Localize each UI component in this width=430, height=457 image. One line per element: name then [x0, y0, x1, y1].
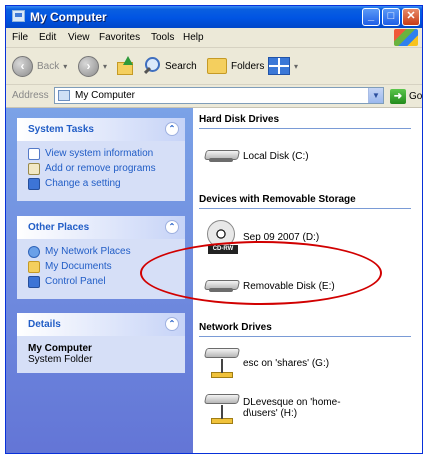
drive-list: Hard Disk Drives Local Disk (C:) Devices… — [193, 108, 422, 453]
group-hard-disk-drives: Hard Disk Drives — [199, 114, 411, 129]
place-control-panel[interactable]: Control Panel — [28, 276, 179, 288]
network-drive-icon — [205, 346, 239, 380]
close-button[interactable]: ✕ — [402, 8, 420, 26]
task-view-system-information[interactable]: View system information — [28, 148, 179, 160]
toolbar: ‹ Back ▾ › ▾ Search Folders ▾ — [6, 48, 422, 85]
folders-icon — [207, 58, 227, 74]
details-panel: Details ⌃ My Computer System Folder — [17, 313, 185, 373]
title-bar[interactable]: My Computer _ □ ✕ — [6, 6, 422, 28]
system-tasks-title: System Tasks — [28, 124, 94, 135]
window-title: My Computer — [30, 10, 107, 24]
menu-help[interactable]: Help — [183, 32, 204, 43]
collapse-icon[interactable]: ⌃ — [165, 122, 179, 136]
search-label: Search — [165, 60, 197, 72]
task-label: Add or remove programs — [45, 163, 156, 174]
details-name: My Computer — [28, 343, 92, 354]
drive-label: DLevesque on 'home-d\users' (H:) — [243, 397, 341, 419]
menu-favorites[interactable]: Favorites — [99, 32, 140, 43]
network-places-icon — [28, 246, 40, 258]
place-label: My Documents — [45, 261, 112, 272]
task-label: Change a setting — [45, 178, 121, 189]
place-label: My Network Places — [45, 246, 131, 257]
drive-local-disk-c[interactable]: Local Disk (C:) — [205, 148, 309, 164]
disk-icon — [205, 148, 239, 164]
add-remove-programs-icon — [28, 163, 40, 175]
go-label: Go — [409, 90, 423, 102]
chevron-down-icon: ▾ — [294, 61, 299, 71]
task-pane: System Tasks ⌃ View system information A… — [6, 108, 193, 453]
my-documents-icon — [28, 261, 40, 273]
up-button[interactable] — [115, 54, 135, 78]
menu-bar: File Edit View Favorites Tools Help — [6, 28, 422, 48]
drive-removable-disk-e[interactable]: Removable Disk (E:) — [205, 278, 335, 294]
place-my-documents[interactable]: My Documents — [28, 261, 179, 273]
windows-logo-icon — [394, 29, 418, 46]
minimize-button[interactable]: _ — [362, 8, 380, 26]
menu-edit[interactable]: Edit — [39, 32, 56, 43]
task-add-remove-programs[interactable]: Add or remove programs — [28, 163, 179, 175]
network-drive-icon — [205, 392, 239, 426]
my-computer-icon — [12, 10, 25, 22]
address-input[interactable]: My Computer ▼ — [54, 87, 384, 104]
chevron-down-icon: ▾ — [63, 61, 68, 71]
address-dropdown-button[interactable]: ▼ — [368, 88, 383, 103]
back-label: Back — [37, 60, 60, 72]
menu-view[interactable]: View — [68, 32, 90, 43]
other-places-panel: Other Places ⌃ My Network Places My Docu… — [17, 216, 185, 299]
go-button[interactable]: ➜ Go — [390, 88, 422, 104]
drive-label: esc on 'shares' (G:) — [243, 357, 330, 369]
back-button[interactable]: ‹ Back ▾ — [12, 54, 67, 78]
details-type: System Folder — [28, 354, 93, 365]
views-icon — [268, 57, 290, 75]
system-info-icon — [28, 148, 40, 160]
other-places-header[interactable]: Other Places ⌃ — [17, 216, 185, 239]
group-network-drives: Network Drives — [199, 322, 411, 337]
details-header[interactable]: Details ⌃ — [17, 313, 185, 336]
menu-tools[interactable]: Tools — [151, 32, 174, 43]
place-my-network-places[interactable]: My Network Places — [28, 246, 179, 258]
drive-label: Sep 09 2007 (D:) — [243, 231, 320, 243]
disk-icon — [205, 278, 239, 294]
details-title: Details — [28, 319, 61, 330]
chevron-down-icon: ▾ — [103, 61, 108, 71]
cd-badge: CD-RW — [208, 245, 238, 254]
explorer-window: My Computer _ □ ✕ File Edit View Favorit… — [5, 5, 423, 454]
drive-label: Removable Disk (E:) — [243, 280, 335, 292]
search-button[interactable]: Search — [141, 54, 197, 78]
control-panel-icon — [28, 178, 40, 190]
maximize-button[interactable]: □ — [382, 8, 400, 26]
folders-label: Folders — [231, 60, 265, 72]
drive-network-g[interactable]: esc on 'shares' (G:) — [205, 346, 329, 380]
collapse-icon[interactable]: ⌃ — [165, 317, 179, 331]
place-label: Control Panel — [45, 276, 106, 287]
views-button[interactable]: ▾ — [268, 54, 298, 78]
go-icon: ➜ — [390, 88, 406, 104]
cd-drive-icon: CD-RW — [205, 218, 239, 256]
drive-label: Local Disk (C:) — [243, 150, 309, 162]
collapse-icon[interactable]: ⌃ — [165, 220, 179, 234]
drive-cd-d[interactable]: CD-RW Sep 09 2007 (D:) — [205, 218, 319, 256]
forward-icon: › — [78, 55, 99, 77]
address-value: My Computer — [75, 90, 136, 101]
address-label: Address — [12, 90, 49, 101]
control-panel-icon — [28, 276, 40, 288]
system-tasks-header[interactable]: System Tasks ⌃ — [17, 118, 185, 141]
back-icon: ‹ — [12, 55, 33, 77]
task-change-setting[interactable]: Change a setting — [28, 178, 179, 190]
menu-file[interactable]: File — [12, 32, 28, 43]
system-tasks-panel: System Tasks ⌃ View system information A… — [17, 118, 185, 201]
forward-button[interactable]: › ▾ — [78, 54, 107, 78]
my-computer-icon — [58, 90, 70, 101]
other-places-title: Other Places — [28, 222, 90, 233]
group-removable-storage: Devices with Removable Storage — [199, 194, 411, 209]
up-folder-icon — [115, 56, 135, 76]
folders-button[interactable]: Folders — [207, 54, 264, 78]
search-icon — [141, 56, 161, 76]
task-label: View system information — [45, 148, 154, 159]
drive-network-h[interactable]: DLevesque on 'home-d\users' (H:) — [205, 392, 373, 426]
address-bar: Address My Computer ▼ ➜ Go — [6, 85, 422, 108]
